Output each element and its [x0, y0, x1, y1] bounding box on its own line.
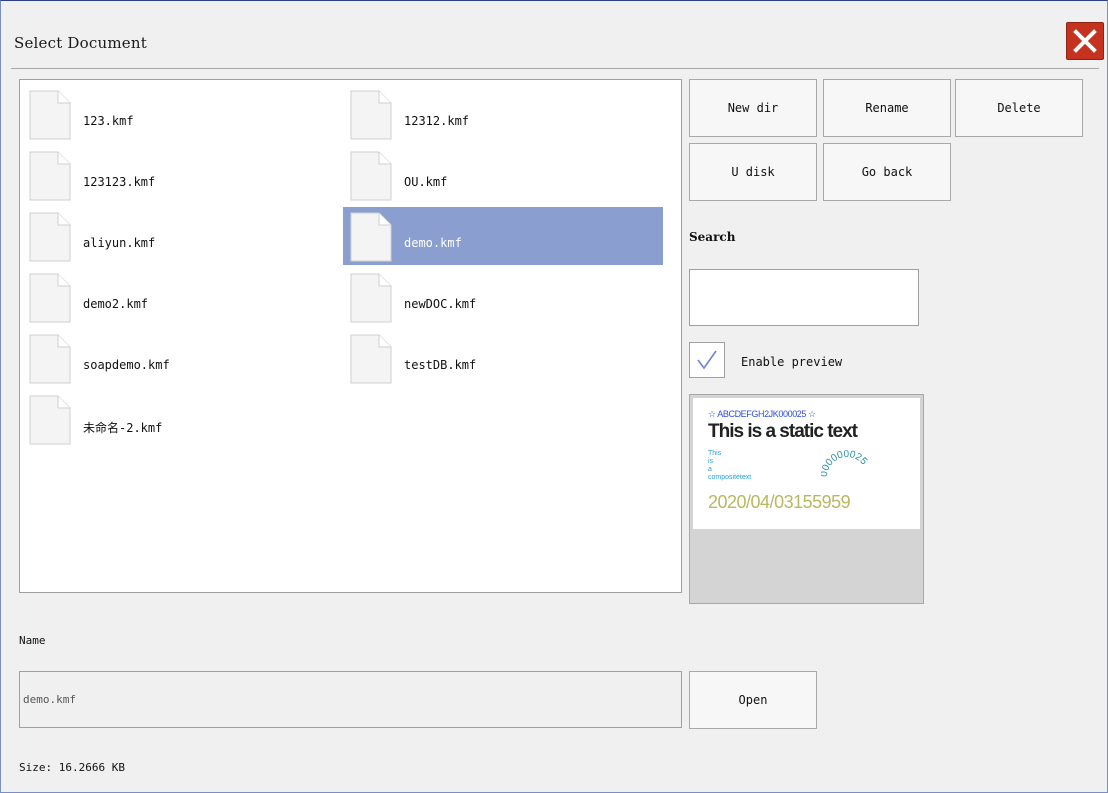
file-item[interactable]: newDOC.kmf [343, 268, 663, 326]
file-name: 未命名-2.kmf [83, 421, 163, 435]
name-input[interactable] [19, 671, 682, 728]
enable-preview-checkbox[interactable] [689, 342, 725, 378]
delete-button[interactable]: Delete [955, 79, 1083, 137]
file-name: aliyun.kmf [83, 236, 156, 250]
new-dir-button[interactable]: New dir [689, 79, 817, 137]
close-button[interactable] [1066, 22, 1104, 60]
document-icon [29, 90, 71, 140]
enable-preview-label: Enable preview [741, 355, 843, 369]
file-name: 123.kmf [83, 114, 134, 128]
file-item[interactable]: 未命名-2.kmf [22, 390, 342, 448]
checkmark-icon [697, 350, 717, 370]
file-name: demo2.kmf [83, 297, 149, 311]
file-item[interactable]: testDB.kmf [343, 329, 663, 387]
file-name: newDOC.kmf [404, 297, 477, 311]
file-item[interactable]: demo2.kmf [22, 268, 342, 326]
preview-barcode-text: ☆ ABCDEFGH2JK000025 ☆ [708, 409, 816, 419]
file-item[interactable]: aliyun.kmf [22, 207, 342, 265]
file-size-label: Size: 16.2666 KB [19, 761, 125, 774]
dialog-title: Select Document [14, 34, 147, 52]
select-document-dialog: Select Document 123.kmf 12312.kmf 123123… [0, 0, 1108, 793]
document-icon [29, 212, 71, 262]
document-icon [350, 151, 392, 201]
file-name: testDB.kmf [404, 358, 477, 372]
preview-composite-text: This is a compositetext [708, 450, 752, 481]
close-icon [1073, 29, 1097, 53]
preview-static-text: This is a static text [708, 421, 858, 442]
preview-canvas: ☆ ABCDEFGH2JK000025 ☆ This is a static t… [693, 398, 920, 529]
file-name: 12312.kmf [404, 114, 470, 128]
name-label: Name [19, 634, 46, 647]
document-icon [350, 334, 392, 384]
file-item[interactable]: 12312.kmf [343, 85, 663, 143]
file-name: demo.kmf [404, 236, 462, 250]
rename-button[interactable]: Rename [823, 79, 951, 137]
document-preview: ☆ ABCDEFGH2JK000025 ☆ This is a static t… [689, 394, 924, 604]
svg-text:000000025: 000000025 [821, 449, 869, 478]
document-icon [29, 395, 71, 445]
document-icon [350, 90, 392, 140]
title-divider [11, 68, 1099, 69]
file-item[interactable]: OU.kmf [343, 146, 663, 204]
open-button[interactable]: Open [689, 671, 817, 729]
document-icon [29, 334, 71, 384]
file-name: 123123.kmf [83, 175, 156, 189]
file-item-selected[interactable]: demo.kmf [343, 207, 663, 265]
search-input[interactable] [689, 269, 919, 326]
document-icon [29, 151, 71, 201]
document-icon [29, 273, 71, 323]
file-name: soapdemo.kmf [83, 358, 170, 372]
go-back-button[interactable]: Go back [823, 143, 951, 201]
file-item[interactable]: soapdemo.kmf [22, 329, 342, 387]
search-label: Search [689, 230, 736, 244]
document-icon [350, 273, 392, 323]
preview-arc-text: 000000025 [821, 449, 869, 478]
u-disk-button[interactable]: U disk [689, 143, 817, 201]
file-item[interactable]: 123.kmf [22, 85, 342, 143]
file-name: OU.kmf [404, 175, 448, 189]
document-icon [350, 212, 392, 262]
preview-date-text: 2020/04/03155959 [708, 492, 851, 512]
file-list[interactable]: 123.kmf 12312.kmf 123123.kmf OU.kmf aliy… [19, 79, 682, 593]
file-item[interactable]: 123123.kmf [22, 146, 342, 204]
